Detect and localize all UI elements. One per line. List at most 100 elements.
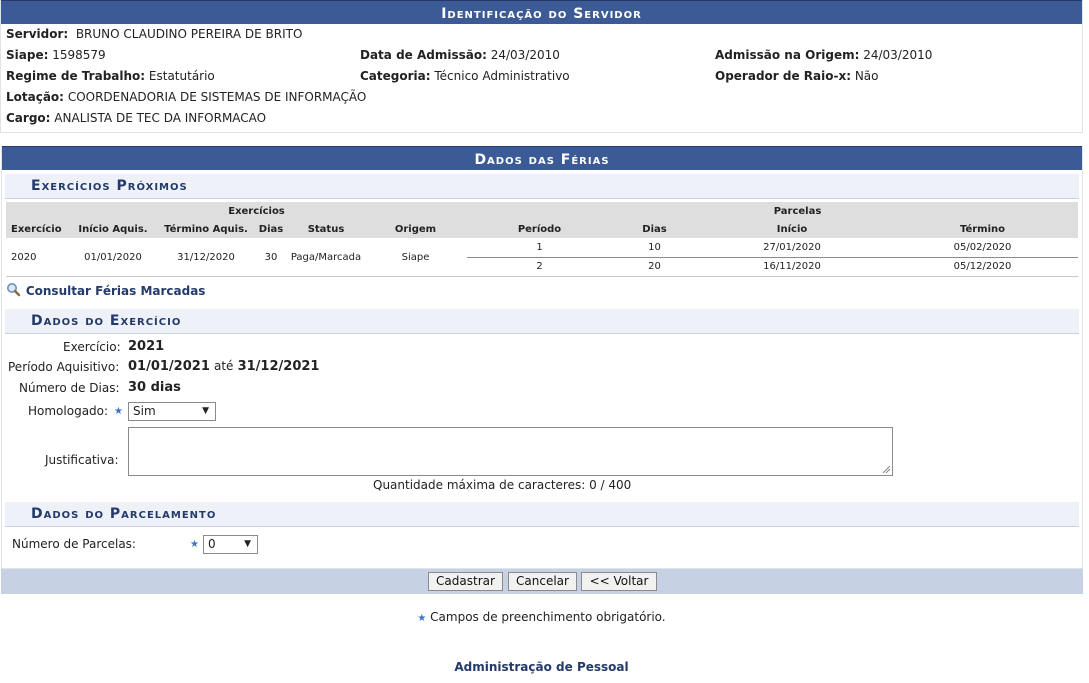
numero-parcelas-select[interactable]: 0 ▼: [203, 535, 258, 554]
cargo-value: ANALISTA DE TEC DA INFORMACAO: [54, 111, 267, 125]
homologado-select[interactable]: Sim ▼: [128, 402, 216, 421]
cell-origem: Siape: [401, 251, 430, 263]
col-inicio-aquis: Início Aquis.: [68, 220, 158, 238]
cell-dias: 30: [264, 251, 278, 263]
exercicios-table: Exercícios Parcelas Exercício Início Aqu…: [6, 202, 1078, 276]
cell-inicio-2: 16/11/2020: [763, 261, 821, 273]
categoria-label: Categoria:: [360, 69, 431, 83]
periodo-aquisitivo-label: Período Aquisitivo:: [8, 360, 120, 374]
justificativa-label: Justificativa:: [45, 453, 119, 467]
required-star-icon: ★: [114, 406, 123, 417]
col-exercicio: Exercício: [6, 220, 68, 238]
col-origem: Origem: [364, 220, 467, 238]
table-divider: [6, 276, 1078, 277]
justificativa-textarea[interactable]: [128, 427, 893, 476]
cell-termino-aquis: 31/12/2020: [177, 251, 235, 263]
servidor-row: Servidor: BRUNO CLAUDINO PEREIRA DE BRIT…: [6, 27, 302, 41]
exercicios-proximos-title: Exercícios Próximos: [5, 174, 1079, 199]
admissao-label: Data de Admissão:: [360, 48, 487, 62]
raiox-value: Não: [854, 69, 879, 83]
cell-inicio-aquis: 01/01/2020: [84, 251, 142, 263]
server-identification-body: Servidor: BRUNO CLAUDINO PEREIRA DE BRIT…: [1, 24, 1082, 132]
numero-parcelas-selected: 0: [208, 537, 216, 551]
cadastrar-button[interactable]: Cadastrar: [428, 572, 503, 591]
cell-periodo-2: 2: [536, 261, 543, 273]
dados-parcelamento-title: Dados do Parcelamento: [5, 502, 1079, 527]
col-dias: Dias: [254, 220, 288, 238]
voltar-button[interactable]: << Voltar: [581, 572, 657, 591]
required-fields-text: Campos de preenchimento obrigatório.: [430, 610, 666, 624]
table-row: 2020 01/01/2020 31/12/2020 30 Paga/Marca…: [6, 238, 1078, 263]
categoria-value: Técnico Administrativo: [434, 69, 570, 83]
numero-dias-label: Número de Dias:: [19, 381, 120, 395]
numero-dias-value: 30 dias: [128, 380, 181, 395]
col-termino: Término: [887, 220, 1078, 238]
col-inicio: Início: [697, 220, 887, 238]
col-periodo: Período: [467, 220, 612, 238]
consultar-ferias-label[interactable]: Consultar Férias Marcadas: [26, 284, 206, 298]
ferias-title: Dados das Férias: [2, 146, 1082, 170]
regime-row: Regime de Trabalho: Estatutário: [6, 69, 215, 83]
col-termino-aquis: Término Aquis.: [158, 220, 254, 238]
resize-handle-icon[interactable]: [882, 465, 891, 474]
raiox-row: Operador de Raio-x: Não: [715, 69, 879, 83]
regime-label: Regime de Trabalho:: [6, 69, 146, 83]
cell-termino-1: 05/02/2020: [887, 238, 1078, 258]
character-counter: Quantidade máxima de caracteres: 0 / 400: [373, 478, 632, 492]
lotacao-row: Lotação: COORDENADORIA DE SISTEMAS DE IN…: [6, 90, 366, 104]
cancelar-button[interactable]: Cancelar: [508, 572, 577, 591]
periodo-ate: até: [214, 359, 234, 373]
cell-parcela-dias-2: 20: [648, 261, 661, 273]
cell-periodo-1: 1: [467, 238, 612, 258]
ferias-panel: Dados das Férias Exercícios Próximos Exe…: [1, 146, 1083, 569]
button-bar: Cadastrar Cancelar << Voltar: [1, 569, 1083, 594]
cargo-label: Cargo:: [6, 111, 51, 125]
cell-termino-2: 05/12/2020: [953, 261, 1012, 273]
homologado-label: Homologado:: [28, 404, 109, 418]
required-star-icon: ★: [190, 539, 199, 550]
siape-label: Siape:: [6, 48, 49, 62]
siape-value: 1598579: [52, 48, 106, 62]
admissao-origem-row: Admissão na Origem: 24/03/2010: [715, 48, 932, 62]
exercicio-label: Exercício:: [63, 340, 121, 354]
table-column-header: Exercício Início Aquis. Término Aquis. D…: [6, 220, 1078, 238]
group-exercicios-header: Exercícios: [6, 202, 467, 220]
regime-value: Estatutário: [148, 69, 215, 83]
admissao-value: 24/03/2010: [490, 48, 560, 62]
cargo-row: Cargo: ANALISTA DE TEC DA INFORMACAO: [6, 111, 266, 125]
lotacao-label: Lotação:: [6, 90, 64, 104]
table-group-header: Exercícios Parcelas: [6, 202, 1078, 220]
server-identification-panel: Identificação do Servidor Servidor: BRUN…: [0, 0, 1083, 133]
admissao-row: Data de Admissão: 24/03/2010: [360, 48, 560, 62]
consultar-ferias-link[interactable]: Consultar Férias Marcadas: [6, 282, 205, 298]
raiox-label: Operador de Raio-x:: [715, 69, 851, 83]
col-parcela-dias: Dias: [612, 220, 697, 238]
cell-status: Paga/Marcada: [290, 251, 362, 263]
server-identification-title: Identificação do Servidor: [1, 0, 1082, 24]
lotacao-value: COORDENADORIA DE SISTEMAS DE INFORMAÇÃO: [67, 90, 367, 104]
exercicio-value: 2021: [128, 339, 165, 354]
dropdown-triangle-icon: ▼: [202, 406, 209, 416]
module-link[interactable]: Administração de Pessoal: [0, 660, 1083, 674]
homologado-selected: Sim: [133, 404, 156, 418]
cell-parcela-dias-1: 10: [612, 238, 697, 258]
numero-parcelas-label: Número de Parcelas:: [12, 537, 136, 551]
servidor-value: BRUNO CLAUDINO PEREIRA DE BRITO: [75, 27, 303, 41]
admissao-origem-value: 24/03/2010: [863, 48, 933, 62]
periodo-inicio: 01/01/2021: [128, 359, 210, 374]
group-parcelas-header: Parcelas: [467, 202, 1078, 220]
siape-row: Siape: 1598579: [6, 48, 106, 62]
cell-inicio-1: 27/01/2020: [697, 238, 887, 258]
cell-exercicio: 2020: [11, 251, 37, 263]
required-fields-note: ★ Campos de preenchimento obrigatório.: [0, 610, 1083, 624]
periodo-aquisitivo-value: 01/01/2021 até 31/12/2021: [128, 359, 319, 374]
admissao-origem-label: Admissão na Origem:: [715, 48, 860, 62]
dropdown-triangle-icon: ▼: [244, 539, 251, 549]
servidor-label: Servidor:: [6, 27, 69, 41]
periodo-fim: 31/12/2021: [237, 359, 320, 374]
required-star-icon: ★: [417, 613, 427, 624]
magnifier-icon: [7, 283, 21, 297]
col-status: Status: [288, 220, 364, 238]
categoria-row: Categoria: Técnico Administrativo: [360, 69, 570, 83]
dados-exercicio-title: Dados do Exercício: [5, 309, 1079, 334]
